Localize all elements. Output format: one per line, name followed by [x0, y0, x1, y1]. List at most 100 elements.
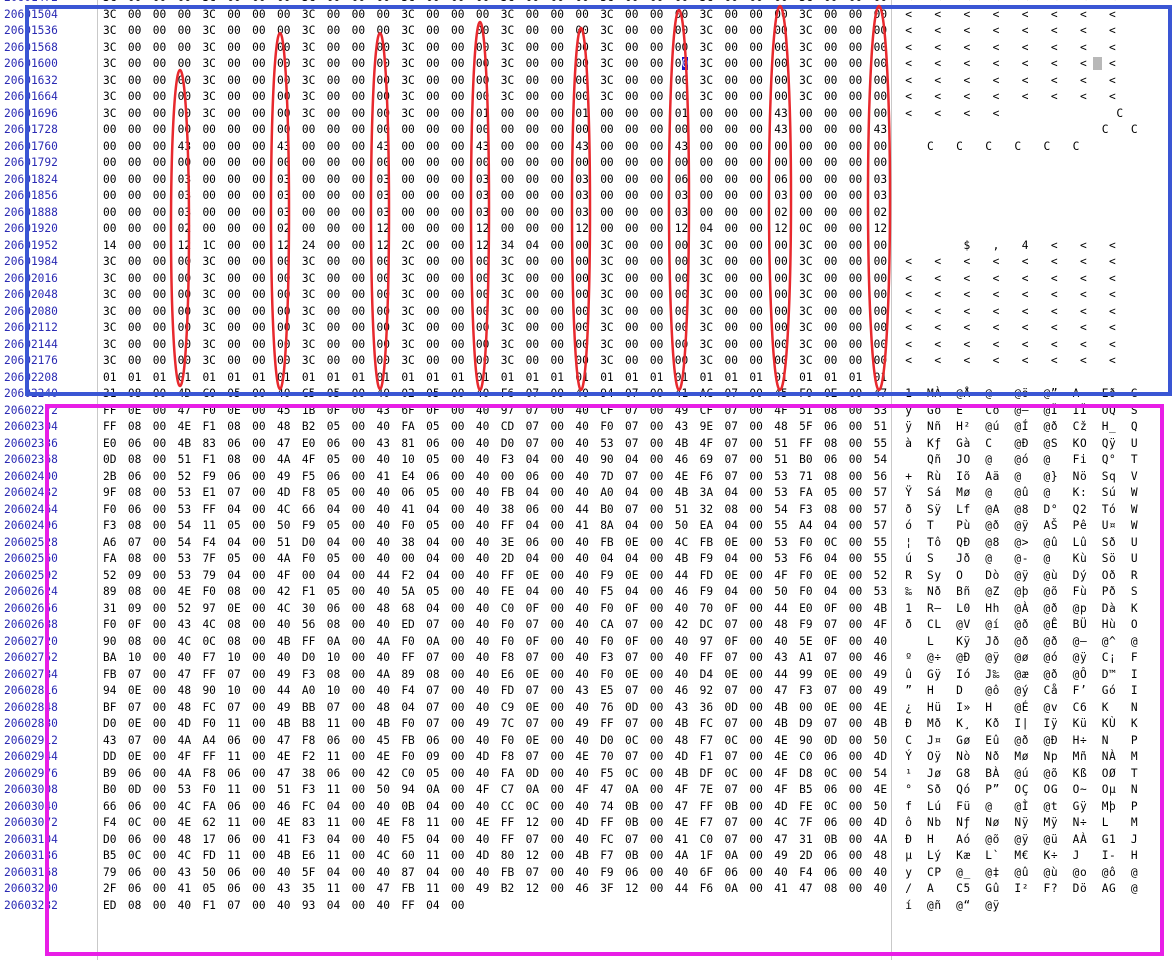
hex-byte[interactable]: 00 — [725, 305, 743, 318]
hex-byte[interactable]: 00 — [849, 800, 867, 813]
hex-byte[interactable]: 00 — [749, 833, 767, 846]
text-char[interactable]: O — [962, 453, 971, 466]
hex-byte[interactable]: 00 — [625, 354, 643, 367]
hex-byte[interactable]: F4 — [103, 816, 121, 829]
hex-byte[interactable]: 08 — [128, 552, 146, 565]
hex-byte[interactable]: 00 — [650, 651, 668, 664]
hex-byte[interactable]: 43 — [874, 123, 892, 136]
hex-byte[interactable]: 00 — [675, 24, 693, 37]
hex-byte[interactable]: 00 — [451, 585, 469, 598]
hex-byte[interactable]: 00 — [178, 338, 196, 351]
hex-row[interactable]: 20601984 3C 00 00 00 3C 00 00 00 3C 00 00 00 3C 00 00 00… — [0, 255, 1174, 271]
hex-byte[interactable]: 4D — [874, 816, 892, 829]
text-char[interactable]: ó — [1108, 503, 1117, 516]
hex-byte[interactable]: FF — [202, 668, 220, 681]
hex-byte[interactable]: 50 — [675, 519, 693, 532]
hex-byte[interactable]: 0E — [824, 569, 842, 582]
hex-byte[interactable]: 0A — [725, 882, 743, 895]
text-char[interactable]: < — [904, 57, 913, 70]
text-char[interactable]: < — [1050, 272, 1059, 285]
hex-byte[interactable]: 00 — [401, 552, 419, 565]
hex-byte[interactable]: 00 — [550, 321, 568, 334]
hex-byte[interactable]: 09 — [128, 569, 146, 582]
hex-byte[interactable]: AC — [700, 387, 718, 400]
hex-byte[interactable]: ED — [103, 899, 121, 912]
text-char[interactable]: ú — [1020, 767, 1029, 780]
hex-byte[interactable]: FB — [401, 882, 419, 895]
hex-byte[interactable]: 3C — [202, 338, 220, 351]
hex-byte[interactable]: 01 — [352, 371, 370, 384]
hex-byte[interactable]: 00 — [550, 767, 568, 780]
hex-byte[interactable]: 04 — [327, 503, 345, 516]
hex-byte[interactable]: 4D — [774, 800, 792, 813]
hex-byte[interactable]: 04 — [426, 552, 444, 565]
hex-byte[interactable]: 00 — [426, 41, 444, 54]
hex-byte[interactable]: C9 — [501, 701, 519, 714]
hex-byte[interactable]: 00 — [501, 123, 519, 136]
hex-byte[interactable]: 06 — [426, 437, 444, 450]
text-char[interactable]: @ — [984, 552, 993, 565]
hex-byte[interactable]: 00 — [128, 107, 146, 120]
hex-byte[interactable]: 12 — [277, 239, 295, 252]
text-char[interactable]: < — [1108, 8, 1117, 21]
hex-byte[interactable]: C0 — [700, 833, 718, 846]
hex-byte[interactable]: 3C — [103, 321, 121, 334]
hex-byte[interactable]: 05 — [227, 387, 245, 400]
hex-byte[interactable]: 09 — [426, 750, 444, 763]
hex-byte[interactable]: 53 — [774, 470, 792, 483]
hex-byte[interactable]: 47 — [277, 767, 295, 780]
hex-byte[interactable]: 40 — [476, 635, 494, 648]
hex-byte[interactable]: 00 — [550, 486, 568, 499]
hex-byte[interactable]: F9 — [600, 569, 618, 582]
hex-byte[interactable]: 00 — [625, 8, 643, 21]
hex-byte[interactable]: 00 — [128, 239, 146, 252]
text-char[interactable]: < — [962, 354, 971, 367]
hex-byte[interactable]: 00 — [252, 651, 270, 664]
hex-byte[interactable]: 03 — [178, 206, 196, 219]
hex-byte[interactable]: 00 — [625, 90, 643, 103]
hex-byte[interactable]: 50 — [202, 866, 220, 879]
text-char[interactable]: ’ — [1079, 684, 1088, 697]
hex-byte[interactable]: 00 — [550, 668, 568, 681]
hex-byte[interactable]: 00 — [849, 503, 867, 516]
hex-byte[interactable]: 12 — [675, 222, 693, 235]
hex-byte[interactable]: 3C — [103, 8, 121, 21]
hex-byte[interactable]: 00 — [153, 437, 171, 450]
hex-byte[interactable]: 0A — [725, 849, 743, 862]
hex-byte[interactable]: 4E — [376, 816, 394, 829]
hex-byte[interactable]: 08 — [128, 519, 146, 532]
hex-byte[interactable]: 4E — [575, 750, 593, 763]
hex-byte[interactable]: 00 — [252, 0, 270, 4]
text-char[interactable]: ó — [962, 783, 971, 796]
hex-byte[interactable]: BF — [103, 701, 121, 714]
hex-byte[interactable]: 00 — [252, 387, 270, 400]
hex-byte[interactable]: 00 — [352, 239, 370, 252]
hex-byte[interactable]: 00 — [575, 239, 593, 252]
hex-byte[interactable]: 08 — [327, 618, 345, 631]
text-char[interactable]: < — [1108, 338, 1117, 351]
hex-byte[interactable]: 00 — [252, 486, 270, 499]
hex-byte[interactable]: 90 — [600, 453, 618, 466]
hex-byte[interactable]: 3C — [501, 41, 519, 54]
hex-byte[interactable]: 07 — [426, 684, 444, 697]
hex-byte[interactable]: 04 — [327, 569, 345, 582]
text-char[interactable]: < — [933, 321, 942, 334]
hex-byte[interactable]: 00 — [849, 255, 867, 268]
hex-byte[interactable]: 01 — [302, 371, 320, 384]
hex-byte[interactable]: 49 — [476, 717, 494, 730]
hex-byte[interactable]: 4C — [675, 536, 693, 549]
hex-byte[interactable]: 53 — [774, 552, 792, 565]
hex-byte[interactable]: 48 — [376, 701, 394, 714]
text-char[interactable]: K — [1130, 602, 1139, 615]
hex-byte[interactable]: 40 — [575, 734, 593, 747]
hex-byte[interactable]: 00 — [252, 750, 270, 763]
hex-byte[interactable]: 00 — [451, 701, 469, 714]
text-char[interactable]: — — [1079, 635, 1088, 648]
text-char[interactable]: < — [1079, 288, 1088, 301]
hex-byte[interactable]: 00 — [749, 321, 767, 334]
text-char[interactable]: 8 — [1020, 503, 1029, 516]
hex-byte[interactable]: 0F — [625, 602, 643, 615]
hex-byte[interactable]: 01 — [550, 371, 568, 384]
hex-byte[interactable]: 00 — [725, 0, 743, 4]
hex-byte[interactable]: 3C — [302, 338, 320, 351]
